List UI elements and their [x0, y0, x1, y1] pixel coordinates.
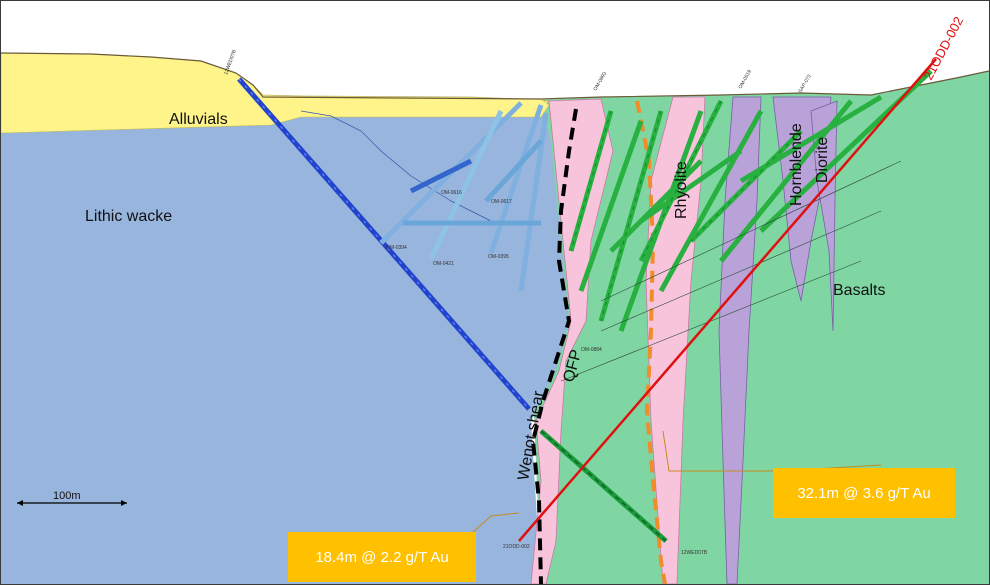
- intercept-callout-left: 18.4m @ 2.2 g/T Au: [288, 532, 476, 582]
- scale-bar-label: 100m: [53, 490, 81, 502]
- intercept-callout-right: 32.1m @ 3.6 g/T Au: [773, 468, 955, 518]
- tag-om-0616: OM-0616: [441, 190, 462, 196]
- tag-om-0395: OM-0395: [488, 254, 509, 260]
- label-lithic-wacke: Lithic wacke: [85, 208, 172, 225]
- label-alluvials: Alluvials: [169, 111, 228, 128]
- label-diorite: Diorite: [814, 137, 831, 183]
- cross-section-figure: 12WED07B OM-0394 OM-0421 OM-0395 OM-0617…: [0, 0, 990, 585]
- tag-om-0394: OM-0394: [386, 245, 407, 251]
- lithic-wacke-unit: [1, 103, 569, 584]
- label-hornblende: Hornblende: [788, 123, 805, 206]
- tag-om-0617: OM-0617: [491, 199, 512, 205]
- tag-21odd-002-bottom: 21ODD-002: [503, 544, 530, 550]
- label-rhyolite: Rhyolite: [673, 161, 690, 219]
- tag-12wed07b-lower: 12WED07B: [681, 550, 708, 556]
- label-basalts: Basalts: [833, 282, 885, 299]
- tag-om-0421: OM-0421: [433, 261, 454, 267]
